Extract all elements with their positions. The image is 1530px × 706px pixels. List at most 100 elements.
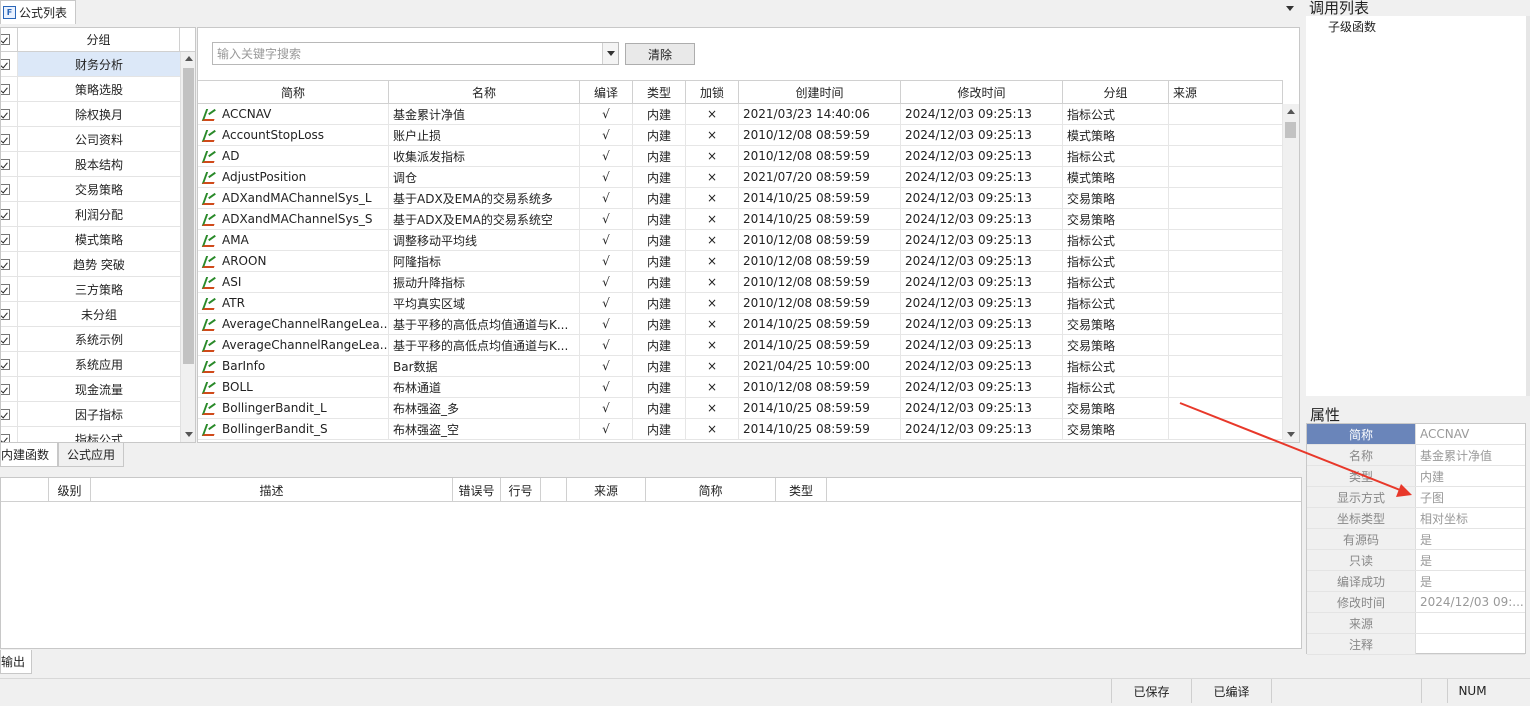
group-item-check[interactable] <box>1 77 18 101</box>
group-item-check[interactable] <box>1 127 18 151</box>
group-item-check[interactable] <box>1 177 18 201</box>
group-header-check[interactable] <box>1 28 18 51</box>
group-item-check[interactable] <box>1 277 18 301</box>
scroll-down-icon[interactable] <box>1287 432 1295 437</box>
group-item-check[interactable] <box>1 102 18 126</box>
column-header[interactable]: 类型 <box>633 81 686 103</box>
group-item[interactable]: 趋势 突破 <box>1 252 195 277</box>
column-header[interactable]: 来源 <box>1169 81 1283 103</box>
formula-icon <box>202 401 218 415</box>
group-item-check[interactable] <box>1 377 18 401</box>
group-item[interactable]: 财务分析 <box>1 52 195 77</box>
group-item[interactable]: 策略选股 <box>1 77 195 102</box>
column-header[interactable]: 编译 <box>580 81 633 103</box>
error-column-header[interactable]: 错误号 <box>453 478 501 502</box>
group-item[interactable]: 交易策略 <box>1 177 195 202</box>
column-header[interactable]: 修改时间 <box>901 81 1063 103</box>
table-row[interactable]: AccountStopLoss 账户止损 √ 内建 × 2010/12/08 08:59:… <box>198 125 1283 146</box>
error-column-header[interactable] <box>541 478 567 502</box>
call-list-item[interactable]: 子级函数 <box>1328 18 1376 35</box>
error-column-header[interactable]: 描述 <box>91 478 453 502</box>
table-row[interactable]: BOLL 布林通道 √ 内建 × 2010/12/08 08:59:59 2024/12/0… <box>198 377 1283 398</box>
group-item[interactable]: 公司资料 <box>1 127 195 152</box>
column-header[interactable]: 创建时间 <box>739 81 901 103</box>
group-item[interactable]: 除权换月 <box>1 102 195 127</box>
property-row[interactable]: 只读是 <box>1307 550 1525 571</box>
column-header[interactable]: 分组 <box>1063 81 1169 103</box>
property-row[interactable]: 类型 内建 <box>1307 466 1525 487</box>
table-row[interactable]: AverageChannelRangeLea... 基于平移的高低点均值通道与K.… <box>198 314 1283 335</box>
column-header[interactable]: 简称 <box>198 81 389 103</box>
table-row[interactable]: BollingerBandit_L 布林强盗_多 √ 内建 × 2014/10/25 08… <box>198 398 1283 419</box>
property-row[interactable]: 注释 <box>1307 634 1525 655</box>
clear-button[interactable]: 清除 <box>625 43 695 65</box>
group-item-check[interactable] <box>1 352 18 376</box>
call-list-scrollbar[interactable] <box>1526 16 1530 396</box>
error-column-header[interactable] <box>1 478 49 502</box>
group-scrollbar[interactable] <box>180 52 195 442</box>
group-item[interactable]: 未分组 <box>1 302 195 327</box>
property-row[interactable]: 坐标类型 相对坐标 <box>1307 508 1525 529</box>
group-item-check[interactable] <box>1 327 18 351</box>
table-row[interactable]: AMA 调整移动平均线 √ 内建 × 2010/12/08 08:59:59 2024/12… <box>198 230 1283 251</box>
search-combobox[interactable] <box>212 42 619 65</box>
group-item[interactable]: 三方策略 <box>1 277 195 302</box>
search-input[interactable] <box>213 43 603 64</box>
group-item-check[interactable] <box>1 152 18 176</box>
table-row[interactable]: ADXandMAChannelSys_L 基于ADX及EMA的交易系统多 √ 内建 × 2… <box>198 188 1283 209</box>
group-scroll-thumb[interactable] <box>183 68 194 364</box>
group-item-check[interactable] <box>1 52 18 76</box>
scroll-down-icon[interactable] <box>185 432 193 437</box>
property-row[interactable]: 来源 <box>1307 613 1525 634</box>
group-item[interactable]: 指标公式 <box>1 427 195 442</box>
table-row[interactable]: AverageChannelRangeLea... 基于平移的高低点均值通道与K.… <box>198 335 1283 356</box>
property-row[interactable]: 简称 ACCNAV <box>1307 424 1525 445</box>
tab-formula-list[interactable]: F 公式列表 <box>0 0 76 24</box>
group-item[interactable]: 股本结构 <box>1 152 195 177</box>
column-header[interactable]: 加锁 <box>686 81 739 103</box>
table-row[interactable]: ACCNAV 基金累计净值 √ 内建 × 2021/03/23 14:40:06 2024/… <box>198 104 1283 125</box>
scroll-up-icon[interactable] <box>1287 109 1295 114</box>
group-item[interactable]: 利润分配 <box>1 202 195 227</box>
group-item[interactable]: 系统示例 <box>1 327 195 352</box>
search-dropdown-button[interactable] <box>602 43 618 64</box>
table-scrollbar[interactable] <box>1283 104 1299 442</box>
group-item-check[interactable] <box>1 402 18 426</box>
property-row[interactable]: 修改时间 2024/12/03 09:... <box>1307 592 1525 613</box>
error-column-header[interactable]: 来源 <box>567 478 646 502</box>
table-row[interactable]: ASI 振动升降指标 √ 内建 × 2010/12/08 08:59:59 2024/12/… <box>198 272 1283 293</box>
tab-formula-apps[interactable]: 公式应用 <box>58 443 125 467</box>
property-row[interactable]: 有源码是 <box>1307 529 1525 550</box>
group-item[interactable]: 系统应用 <box>1 352 195 377</box>
table-row[interactable]: AD 收集派发指标 √ 内建 × 2010/12/08 08:59:59 2024/12/0… <box>198 146 1283 167</box>
column-header[interactable]: 名称 <box>389 81 580 103</box>
error-column-header[interactable]: 类型 <box>776 478 827 502</box>
table-row[interactable]: ATR 平均真实区域 √ 内建 × 2010/12/08 08:59:59 2024/12/… <box>198 293 1283 314</box>
table-row[interactable]: ADXandMAChannelSys_S 基于ADX及EMA的交易系统空 √ 内建 × 2… <box>198 209 1283 230</box>
checkbox-icon <box>1 408 10 420</box>
table-row[interactable]: BollingerBandit_S 布林强盗_空 √ 内建 × 2014/10/25 08… <box>198 419 1283 440</box>
scroll-up-icon[interactable] <box>185 56 193 61</box>
property-row[interactable]: 名称 基金累计净值 <box>1307 445 1525 466</box>
error-column-header[interactable]: 行号 <box>501 478 541 502</box>
group-item-check[interactable] <box>1 302 18 326</box>
table-row[interactable]: AROON 阿隆指标 √ 内建 × 2010/12/08 08:59:59 2024/12/… <box>198 251 1283 272</box>
table-row[interactable]: BarInfo Bar数据 √ 内建 × 2021/04/25 10:59:00 2024/… <box>198 356 1283 377</box>
property-row[interactable]: 显示方式 子图 <box>1307 487 1525 508</box>
group-item-check[interactable] <box>1 227 18 251</box>
group-item-check[interactable] <box>1 252 18 276</box>
property-row[interactable]: 编译成功是 <box>1307 571 1525 592</box>
group-item[interactable]: 模式策略 <box>1 227 195 252</box>
panel-dropdown-icon[interactable] <box>1286 6 1294 11</box>
error-column-header[interactable]: 级别 <box>49 478 91 502</box>
table-row[interactable]: AdjustPosition 调仓 √ 内建 × 2021/07/20 08:59:59 2… <box>198 167 1283 188</box>
error-column-header[interactable]: 简称 <box>646 478 776 502</box>
group-item[interactable]: 因子指标 <box>1 402 195 427</box>
group-item-check[interactable] <box>1 427 18 442</box>
group-item[interactable]: 现金流量 <box>1 377 195 402</box>
tab-builtin-functions[interactable]: 内建函数 <box>0 443 58 467</box>
table-scroll-thumb[interactable] <box>1285 122 1296 138</box>
table-cell: √ <box>580 293 633 313</box>
tab-output[interactable]: 输出 <box>0 650 32 674</box>
group-item-check[interactable] <box>1 202 18 226</box>
